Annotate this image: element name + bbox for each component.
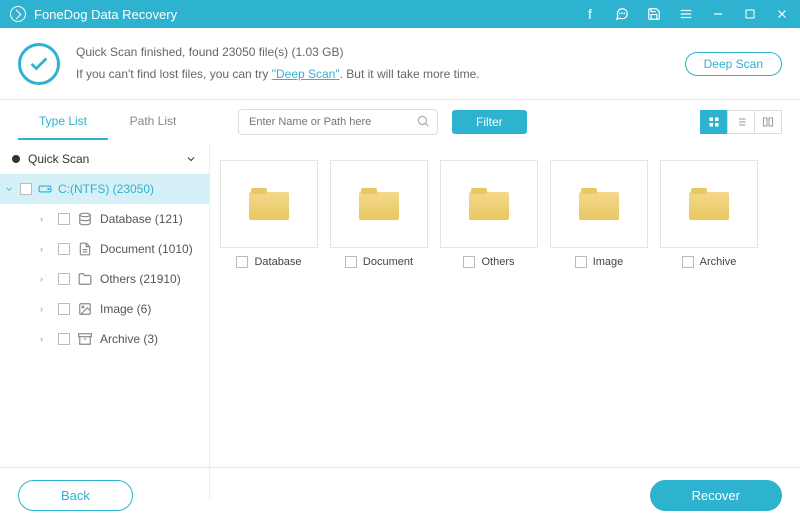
- folder-label: Database: [254, 256, 301, 268]
- tab-path-list[interactable]: Path List: [108, 104, 198, 140]
- back-button[interactable]: Back: [18, 480, 133, 511]
- scan-hint-suffix: . But it will take more time.: [340, 67, 480, 81]
- folder-icon: [689, 188, 729, 220]
- sidebar-item-label: Others (21910): [100, 272, 181, 286]
- folder-thumbnail: [550, 160, 648, 248]
- folder-label: Image: [593, 256, 624, 268]
- menu-icon[interactable]: [678, 6, 694, 22]
- chevron-down-icon: [4, 184, 14, 194]
- folder-checkbox[interactable]: [575, 256, 587, 268]
- sidebar-item-label: Image (6): [100, 302, 151, 316]
- chevron-right-icon: ›: [40, 334, 50, 344]
- recover-button[interactable]: Recover: [650, 480, 782, 511]
- folder-label: Others: [481, 256, 514, 268]
- save-icon[interactable]: [646, 6, 662, 22]
- feedback-icon[interactable]: [614, 6, 630, 22]
- sidebar-item-image[interactable]: › Image (6): [0, 294, 209, 324]
- drive-checkbox[interactable]: [20, 183, 32, 195]
- item-checkbox[interactable]: [58, 303, 70, 315]
- archive-icon: [78, 332, 92, 346]
- sidebar-item-label: Document (1010): [100, 242, 193, 256]
- folder-image[interactable]: Image: [550, 160, 648, 268]
- folder-icon: [469, 188, 509, 220]
- scan-hint-prefix: If you can't find lost files, you can tr…: [76, 67, 272, 81]
- tab-type-list[interactable]: Type List: [18, 104, 108, 140]
- folder-icon: [359, 188, 399, 220]
- footer: Back Recover: [0, 467, 800, 523]
- list-tabs: Type List Path List: [18, 104, 198, 140]
- sidebar-drive[interactable]: C:(NTFS) (23050): [0, 174, 209, 204]
- item-checkbox[interactable]: [58, 243, 70, 255]
- app-logo-icon: [10, 6, 26, 22]
- deep-scan-button[interactable]: Deep Scan: [685, 52, 782, 76]
- facebook-icon[interactable]: f: [582, 6, 598, 22]
- folder-label: Document: [363, 256, 413, 268]
- chevron-down-icon: [185, 153, 197, 165]
- bullet-icon: [12, 155, 20, 163]
- close-icon[interactable]: [774, 6, 790, 22]
- folder-checkbox[interactable]: [682, 256, 694, 268]
- scan-status-bar: Quick Scan finished, found 23050 file(s)…: [0, 28, 800, 100]
- toolbar: Type List Path List Filter: [0, 100, 800, 144]
- item-checkbox[interactable]: [58, 333, 70, 345]
- sidebar-group-quick-scan[interactable]: Quick Scan: [0, 144, 209, 174]
- database-icon: [78, 212, 92, 226]
- chevron-right-icon: ›: [40, 244, 50, 254]
- folder-thumbnail: [220, 160, 318, 248]
- scan-message: Quick Scan finished, found 23050 file(s)…: [76, 42, 685, 85]
- sidebar: Quick Scan C:(NTFS) (23050) › Database (…: [0, 144, 210, 500]
- app-title: FoneDog Data Recovery: [34, 7, 582, 22]
- search-wrapper: [238, 109, 438, 135]
- view-list-icon[interactable]: [727, 110, 755, 134]
- sidebar-item-archive[interactable]: › Archive (3): [0, 324, 209, 354]
- drive-icon: [38, 182, 52, 196]
- window-controls: f: [582, 6, 790, 22]
- sidebar-item-others[interactable]: › Others (21910): [0, 264, 209, 294]
- chevron-right-icon: ›: [40, 214, 50, 224]
- view-mode-buttons: [701, 110, 782, 134]
- folder-checkbox[interactable]: [463, 256, 475, 268]
- item-checkbox[interactable]: [58, 213, 70, 225]
- folder-database[interactable]: Database: [220, 160, 318, 268]
- sidebar-item-label: Database (121): [100, 212, 183, 226]
- search-input[interactable]: [238, 109, 438, 135]
- folder-archive[interactable]: Archive: [660, 160, 758, 268]
- folder-thumbnail: [660, 160, 758, 248]
- folder-thumbnail: [330, 160, 428, 248]
- sidebar-drive-label: C:(NTFS) (23050): [58, 182, 154, 196]
- search-icon[interactable]: [416, 114, 430, 128]
- main-area: Quick Scan C:(NTFS) (23050) › Database (…: [0, 144, 800, 500]
- image-icon: [78, 302, 92, 316]
- maximize-icon[interactable]: [742, 6, 758, 22]
- title-bar: FoneDog Data Recovery f: [0, 0, 800, 28]
- folder-thumbnail: [440, 160, 538, 248]
- scan-complete-icon: [18, 43, 60, 85]
- folder-label: Archive: [700, 256, 737, 268]
- scan-result-text: Quick Scan finished, found 23050 file(s)…: [76, 42, 685, 64]
- folder-others[interactable]: Others: [440, 160, 538, 268]
- minimize-icon[interactable]: [710, 6, 726, 22]
- chevron-right-icon: ›: [40, 304, 50, 314]
- sidebar-item-label: Archive (3): [100, 332, 158, 346]
- sidebar-group-label: Quick Scan: [28, 152, 89, 166]
- folder-checkbox[interactable]: [236, 256, 248, 268]
- chevron-right-icon: ›: [40, 274, 50, 284]
- filter-button[interactable]: Filter: [452, 110, 527, 134]
- content-grid: Database Document Others Image Archive: [210, 144, 800, 500]
- document-icon: [78, 242, 92, 256]
- item-checkbox[interactable]: [58, 273, 70, 285]
- view-grid-icon[interactable]: [700, 110, 728, 134]
- folder-icon: [78, 272, 92, 286]
- folder-icon: [249, 188, 289, 220]
- sidebar-item-document[interactable]: › Document (1010): [0, 234, 209, 264]
- folder-checkbox[interactable]: [345, 256, 357, 268]
- folder-document[interactable]: Document: [330, 160, 428, 268]
- deep-scan-link[interactable]: "Deep Scan": [272, 67, 340, 81]
- folder-icon: [579, 188, 619, 220]
- sidebar-item-database[interactable]: › Database (121): [0, 204, 209, 234]
- view-detail-icon[interactable]: [754, 110, 782, 134]
